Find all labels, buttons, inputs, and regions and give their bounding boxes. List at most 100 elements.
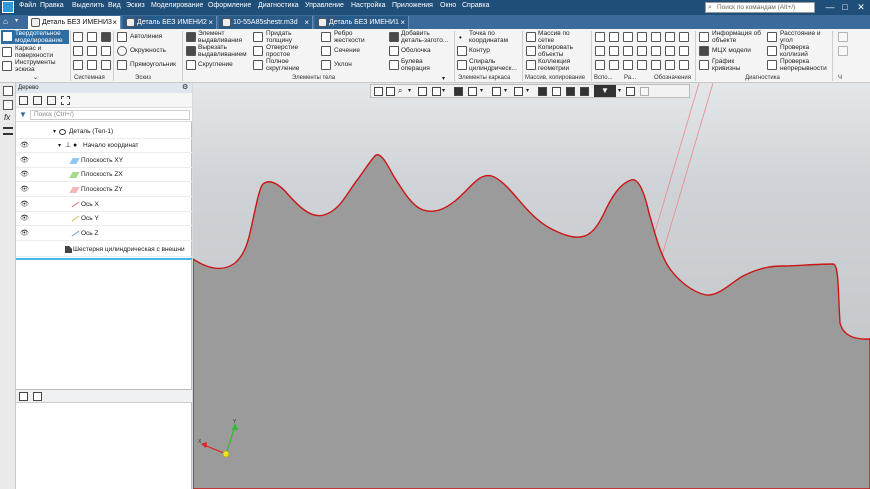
eye-icon[interactable]: 👁 xyxy=(20,139,29,153)
snap-icon[interactable] xyxy=(566,87,575,96)
menu-drafting[interactable]: Оформление xyxy=(208,2,251,9)
leader-icon[interactable] xyxy=(623,60,633,70)
extrude-button[interactable]: Элемент выдавливания xyxy=(198,30,252,44)
eye-icon[interactable]: 👁 xyxy=(20,212,29,226)
tab-document-3[interactable]: Деталь БЕЗ ИМЕНИ3 × xyxy=(28,16,121,29)
origin-point-icon[interactable] xyxy=(222,450,230,458)
continuity-icon[interactable] xyxy=(767,60,777,70)
mode-expand-icon[interactable]: ⌄ xyxy=(33,74,38,81)
tab-document-file[interactable]: 10-55A85shestr.m3d × xyxy=(219,16,313,29)
cut-extrude-icon[interactable] xyxy=(186,46,196,56)
copy-objects-button[interactable]: Копировать объекты xyxy=(538,44,580,58)
save-icon[interactable] xyxy=(101,32,111,42)
maximize-button[interactable]: □ xyxy=(838,1,852,13)
section-icon[interactable] xyxy=(321,46,331,56)
dropdown-icon[interactable]: ▾ xyxy=(408,87,411,94)
polyline-icon[interactable] xyxy=(117,32,127,42)
thread-icon[interactable] xyxy=(637,60,647,70)
point-by-coordinates-button[interactable]: Точка по координатам xyxy=(469,30,519,44)
section-line-icon[interactable] xyxy=(665,60,675,70)
hole-icon[interactable] xyxy=(253,46,263,56)
contour-icon[interactable] xyxy=(457,46,467,56)
zoom-icon[interactable]: ⌕ xyxy=(398,86,402,96)
cut-extrude-button[interactable]: Вырезать выдавливанием xyxy=(198,44,252,58)
add-part-icon[interactable] xyxy=(389,32,399,42)
shell-button[interactable]: Оболочка xyxy=(401,47,431,55)
tree-item-plane-zy[interactable]: 👁 Плоскость ZY xyxy=(16,183,192,197)
undo-icon[interactable] xyxy=(87,60,97,70)
gear-body[interactable] xyxy=(193,154,870,489)
boolean-button[interactable]: Булева операция xyxy=(401,58,447,72)
angle-icon[interactable] xyxy=(679,32,689,42)
eye-icon[interactable]: 👁 xyxy=(20,183,29,197)
new-document-icon[interactable] xyxy=(73,32,83,42)
eye-icon[interactable]: 👁 xyxy=(20,198,29,212)
geometry-collection-button[interactable]: Коллекция геометрии xyxy=(538,58,582,72)
perspective-icon[interactable] xyxy=(552,87,561,96)
aux-plane-icon[interactable] xyxy=(595,32,605,42)
tree-item-gear[interactable]: Шестерня цилиндрическая с внешни xyxy=(16,243,192,257)
minimize-button[interactable]: — xyxy=(823,1,837,13)
geometry-collection-icon[interactable] xyxy=(526,60,536,70)
app-logo-icon[interactable] xyxy=(2,1,14,13)
3d-viewport[interactable]: Y X ⌕ ▾ ▾ ▾ ▾ ▾ ▼ ▾ xyxy=(193,83,870,489)
section-button[interactable]: Сечение xyxy=(334,47,360,55)
mass-properties-button[interactable]: МЦХ модели xyxy=(712,47,751,55)
thicken-button[interactable]: Придать толщину xyxy=(266,30,312,44)
menu-diagnostics[interactable]: Диагностика xyxy=(258,2,299,9)
paste-icon[interactable] xyxy=(101,46,111,56)
gear-icon[interactable]: ⚙ xyxy=(182,83,188,93)
fillet-button[interactable]: Скругление xyxy=(198,61,233,69)
mode-solid-modeling[interactable]: Твердотельное моделирование xyxy=(1,30,69,44)
curvature-graph-button[interactable]: График кривизны xyxy=(712,58,762,72)
draft-icon[interactable] xyxy=(321,60,331,70)
tree-search-input[interactable]: Поиск (Ctrl+/) xyxy=(30,110,190,120)
distance-angle-button[interactable]: Расстояние и угол xyxy=(780,30,830,44)
hatch-icon[interactable] xyxy=(637,46,647,56)
full-fillet-icon[interactable] xyxy=(253,60,263,70)
sketch-plane-icon[interactable] xyxy=(595,60,605,70)
tree-structure-icon[interactable] xyxy=(19,96,28,105)
zoom-window-icon[interactable] xyxy=(386,87,395,96)
aux-axis-icon[interactable] xyxy=(609,32,619,42)
menu-view[interactable]: Вид xyxy=(108,2,121,9)
rotate-icon[interactable] xyxy=(432,87,441,96)
base-icon[interactable] xyxy=(679,46,689,56)
tree-item-axis-z[interactable]: 👁 Ось Z xyxy=(16,227,192,241)
menu-apps[interactable]: Приложения xyxy=(392,2,433,9)
expand-icon[interactable]: ▾ xyxy=(53,125,56,139)
pencil-icon[interactable] xyxy=(651,32,661,42)
dropdown-icon[interactable]: ▾ xyxy=(504,87,507,94)
collision-icon[interactable] xyxy=(767,46,777,56)
properties-icon[interactable] xyxy=(73,60,83,70)
menu-settings[interactable]: Настройка xyxy=(351,2,385,9)
distance-icon[interactable] xyxy=(767,32,777,42)
draft-button[interactable]: Уклон xyxy=(334,61,352,69)
selection-filter-icon[interactable]: ▼ xyxy=(594,85,616,97)
point-icon[interactable] xyxy=(595,46,605,56)
tree-item-part[interactable]: ▾ Деталь (Тел-1) xyxy=(16,125,192,139)
copy-objects-icon[interactable] xyxy=(526,46,536,56)
light-icon[interactable] xyxy=(580,87,589,96)
home-dropdown-icon[interactable]: ▾ xyxy=(15,17,18,24)
menu-help[interactable]: Справка xyxy=(462,2,489,9)
grid-array-button[interactable]: Массив по сетке xyxy=(538,30,580,44)
dropdown-icon[interactable]: ▾ xyxy=(618,87,621,94)
autoline-button[interactable]: Автолиния xyxy=(130,33,162,41)
point-icon[interactable]: • xyxy=(459,33,462,42)
lcs-icon[interactable] xyxy=(609,46,619,56)
mass-properties-icon[interactable] xyxy=(699,46,709,56)
dropdown-icon[interactable]: ▾ xyxy=(526,87,529,94)
zoom-fit-icon[interactable] xyxy=(374,87,383,96)
rib-icon[interactable] xyxy=(321,32,331,42)
tree-item-axis-y[interactable]: 👁 Ось Y xyxy=(16,212,192,226)
helix-icon[interactable] xyxy=(457,60,467,70)
eye-icon[interactable]: 👁 xyxy=(20,227,29,241)
expand-icon[interactable]: ▾ xyxy=(58,139,61,153)
fillet-icon[interactable] xyxy=(186,60,196,70)
continuity-check-button[interactable]: Проверка непрерывности xyxy=(780,58,832,72)
tab-document-1[interactable]: Деталь БЕЗ ИМЕНИ1 × xyxy=(315,16,409,29)
grid-array-icon[interactable] xyxy=(526,32,536,42)
home-icon[interactable]: ⌂ xyxy=(3,17,8,26)
eye-icon[interactable]: 👁 xyxy=(20,168,29,182)
